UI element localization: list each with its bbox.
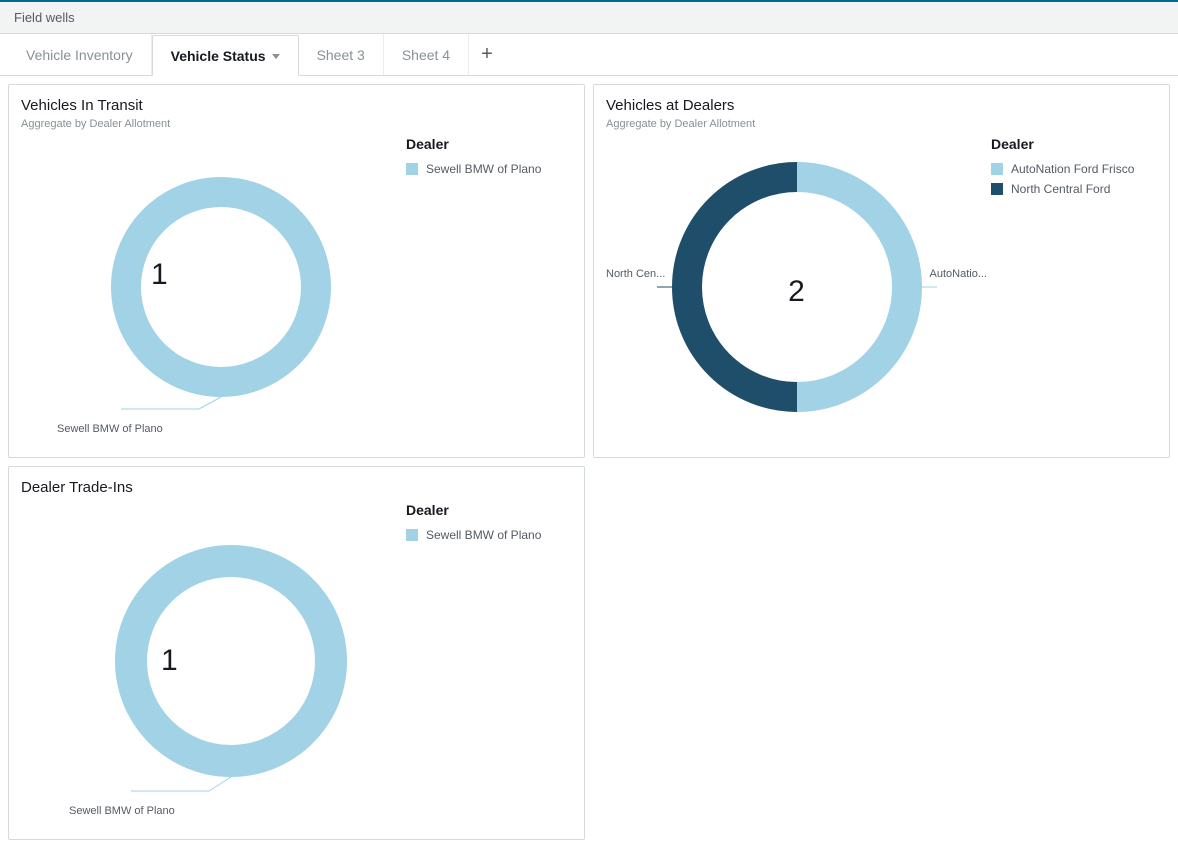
legend-label: Sewell BMW of Plano — [426, 162, 541, 176]
donut-chart[interactable]: 2 North Cen... AutoNatio... — [606, 130, 987, 453]
legend: Dealer AutoNation Ford Frisco North Cent… — [987, 130, 1157, 453]
donut-callout-left: North Cen... — [606, 268, 665, 280]
tab-vehicle-inventory[interactable]: Vehicle Inventory — [8, 34, 152, 75]
card-subtitle: Aggregate by Dealer Allotment — [21, 118, 572, 130]
card-title: Vehicles In Transit — [21, 97, 572, 114]
legend-title: Dealer — [991, 136, 1153, 152]
legend-swatch — [991, 163, 1003, 175]
legend-item[interactable]: Sewell BMW of Plano — [406, 162, 568, 176]
legend-item[interactable]: North Central Ford — [991, 182, 1153, 196]
donut-center-value: 1 — [161, 644, 178, 678]
donut-chart[interactable]: 1 Sewell BMW of Plano — [21, 496, 402, 835]
tab-sheet-4[interactable]: Sheet 4 — [384, 34, 469, 75]
sheet-tabs: Vehicle Inventory Vehicle Status Sheet 3… — [0, 34, 1178, 76]
legend-title: Dealer — [406, 136, 568, 152]
legend-swatch — [406, 529, 418, 541]
legend-item[interactable]: Sewell BMW of Plano — [406, 528, 568, 542]
legend-label: AutoNation Ford Frisco — [1011, 162, 1134, 176]
donut-svg — [91, 511, 351, 821]
legend: Dealer Sewell BMW of Plano — [402, 130, 572, 453]
tab-label: Vehicle Inventory — [26, 47, 133, 63]
add-sheet-button[interactable]: + — [469, 43, 505, 66]
donut-callout-label: Sewell BMW of Plano — [69, 805, 175, 817]
card-title: Vehicles at Dealers — [606, 97, 1157, 114]
field-wells-bar[interactable]: Field wells — [0, 2, 1178, 34]
card-vehicles-in-transit[interactable]: Vehicles In Transit Aggregate by Dealer … — [8, 84, 585, 458]
legend-item[interactable]: AutoNation Ford Frisco — [991, 162, 1153, 176]
legend: Dealer Sewell BMW of Plano — [402, 496, 572, 835]
tab-label: Sheet 4 — [402, 47, 450, 63]
donut-callout-right: AutoNatio... — [930, 268, 987, 280]
donut-center-value: 1 — [151, 258, 168, 292]
chevron-down-icon[interactable] — [272, 54, 280, 59]
tab-label: Vehicle Status — [171, 48, 266, 64]
card-dealer-trade-ins[interactable]: Dealer Trade-Ins 1 Sewell BMW of Plano D… — [8, 466, 585, 840]
plus-icon: + — [481, 43, 493, 66]
tab-sheet-3[interactable]: Sheet 3 — [299, 34, 384, 75]
field-wells-label: Field wells — [14, 10, 75, 25]
donut-center-value: 2 — [788, 275, 805, 309]
donut-svg — [81, 147, 341, 437]
tab-vehicle-status[interactable]: Vehicle Status — [152, 35, 299, 76]
dashboard-body[interactable]: Vehicles In Transit Aggregate by Dealer … — [0, 76, 1178, 846]
legend-label: North Central Ford — [1011, 182, 1110, 196]
donut-chart[interactable]: 1 Sewell BMW of Plano — [21, 130, 402, 453]
card-vehicles-at-dealers[interactable]: Vehicles at Dealers Aggregate by Dealer … — [593, 84, 1170, 458]
tab-label: Sheet 3 — [317, 47, 365, 63]
donut-callout-label: Sewell BMW of Plano — [57, 423, 163, 435]
legend-swatch — [991, 183, 1003, 195]
card-subtitle: Aggregate by Dealer Allotment — [606, 118, 1157, 130]
legend-swatch — [406, 163, 418, 175]
card-title: Dealer Trade-Ins — [21, 479, 572, 496]
legend-label: Sewell BMW of Plano — [426, 528, 541, 542]
legend-title: Dealer — [406, 502, 568, 518]
empty-cell — [593, 466, 1170, 840]
